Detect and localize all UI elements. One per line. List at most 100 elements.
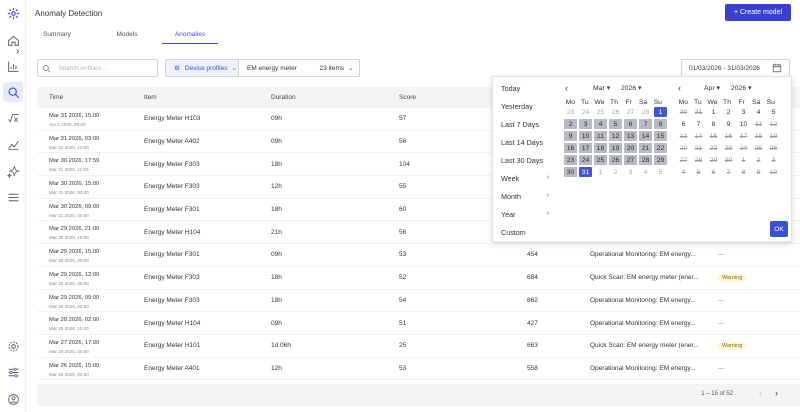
function-icon[interactable]	[5, 110, 21, 126]
calendar-day[interactable]: 16	[721, 130, 736, 142]
table-row[interactable]: Mar 29 2026, 09:00 Mar 30 2026, 03:00 Ener…	[37, 290, 800, 313]
sliders-icon[interactable]	[5, 364, 21, 380]
calendar-day[interactable]: 8	[736, 166, 751, 178]
calendar-day[interactable]: 10	[578, 130, 593, 142]
calendar-day[interactable]: 13	[676, 130, 691, 142]
settings-icon[interactable]	[5, 338, 21, 354]
calendar-day[interactable]: 30	[563, 166, 578, 178]
calendar-day[interactable]: 11	[593, 130, 608, 142]
calendar-day[interactable]: 23	[721, 142, 736, 154]
calendar-day[interactable]: 5	[653, 166, 668, 178]
calendar-day[interactable]: 24	[736, 142, 751, 154]
preset-item[interactable]: Year ›	[501, 210, 549, 219]
calendar-day[interactable]: 27	[676, 154, 691, 166]
row-item[interactable]: Energy Meter A401	[144, 358, 200, 380]
calendar-day[interactable]: 12	[766, 118, 781, 130]
year-select[interactable]: 2026 ▾	[731, 84, 751, 92]
calendar-day[interactable]: 7	[691, 118, 706, 130]
calendar-day[interactable]: 29	[653, 154, 668, 166]
tab-models[interactable]: Models	[92, 26, 162, 44]
calendar-day[interactable]: 1	[593, 166, 608, 178]
calendar-day[interactable]: 4	[751, 106, 766, 118]
calendar-day[interactable]: 22	[653, 142, 668, 154]
calendar-day[interactable]: 16	[563, 142, 578, 154]
col-duration[interactable]: Duration	[271, 94, 296, 101]
row-source[interactable]: Operational Monitoring: EM energy...	[590, 244, 696, 266]
row-item[interactable]: Energy Meter F301	[144, 199, 200, 221]
calendar-day[interactable]: 5	[691, 166, 706, 178]
table-row[interactable]: Mar 26 2026, 15:00 Mar 26 2026, 03:00 Ener…	[37, 358, 800, 381]
row-item[interactable]: Energy Meter F303	[144, 153, 200, 175]
calendar-day[interactable]: 2	[721, 106, 736, 118]
device-profiles-dropdown[interactable]: ⚙ Device profiles ⌄	[166, 60, 239, 76]
calendar-day[interactable]: 3	[623, 166, 638, 178]
calendar-day[interactable]: 22	[706, 142, 721, 154]
calendar-day[interactable]: 7	[721, 166, 736, 178]
calendar-day[interactable]: 31	[578, 166, 593, 178]
calendar-day[interactable]: 15	[653, 130, 668, 142]
row-item[interactable]: Energy Meter F303	[144, 176, 200, 198]
calendar-day[interactable]: 20	[676, 142, 691, 154]
calendar-day[interactable]: 28	[638, 154, 653, 166]
calendar-day[interactable]: 10	[766, 166, 781, 178]
calendar-day[interactable]: 23	[563, 106, 578, 118]
calendar-day[interactable]: 27	[623, 154, 638, 166]
calendar-day[interactable]: 31	[691, 106, 706, 118]
row-source[interactable]: Quick Scan: EM energy meter (ener...	[590, 335, 699, 357]
calendar-day[interactable]: 23	[563, 154, 578, 166]
calendar-day[interactable]: 8	[653, 118, 668, 130]
preset-item[interactable]: Last 7 Days	[501, 120, 549, 129]
preset-item[interactable]: Yesterday	[501, 102, 549, 111]
next-page-icon[interactable]: ›	[775, 388, 778, 398]
profile-value[interactable]: EM energy meter	[239, 65, 320, 72]
calendar-day[interactable]: 8	[706, 118, 721, 130]
calendar-day[interactable]: 20	[623, 142, 638, 154]
calendar-day[interactable]: 19	[608, 142, 623, 154]
calendar-day[interactable]: 24	[578, 154, 593, 166]
calendar-day[interactable]: 5	[608, 118, 623, 130]
chevron-down-icon[interactable]: ⌄	[348, 64, 359, 72]
search-icon[interactable]	[3, 82, 23, 102]
calendar-day[interactable]: 19	[766, 130, 781, 142]
ok-button[interactable]: OK	[770, 221, 788, 237]
calendar-day[interactable]: 18	[751, 130, 766, 142]
calendar-day[interactable]: 2	[751, 154, 766, 166]
calendar-day[interactable]: 3	[766, 154, 781, 166]
row-source[interactable]: Operational Monitoring: EM energy...	[590, 312, 696, 334]
calendar-day[interactable]: 9	[751, 166, 766, 178]
table-row[interactable]: Mar 27 2026, 17:00 Mar 29 2026, 00:00 Ener…	[37, 335, 800, 358]
calendar-day[interactable]: 17	[578, 142, 593, 154]
calendar-day[interactable]: 21	[691, 142, 706, 154]
calendar-day[interactable]: 14	[691, 130, 706, 142]
row-source[interactable]: Operational Monitoring: EM energy...	[590, 290, 696, 312]
year-select[interactable]: 2026 ▾	[621, 84, 641, 92]
row-item[interactable]: Energy Meter H101	[144, 335, 200, 357]
calendar-day[interactable]: 5	[766, 106, 781, 118]
search-input[interactable]: Search entities ...	[37, 59, 158, 77]
calendar-day[interactable]: 30	[676, 106, 691, 118]
row-item[interactable]: Energy Meter H104	[144, 312, 200, 334]
table-row[interactable]: Mar 29 2026, 12:00 Mar 30 2026, 06:00 Ener…	[37, 267, 800, 290]
calendar-day[interactable]: 3	[578, 118, 593, 130]
calendar-day[interactable]: 26	[766, 142, 781, 154]
calendar-day[interactable]: 27	[623, 106, 638, 118]
calendar-day[interactable]: 25	[593, 154, 608, 166]
row-item[interactable]: Energy Meter H104	[144, 221, 200, 243]
calendar-day[interactable]: 30	[721, 154, 736, 166]
calendar-day[interactable]: 25	[751, 142, 766, 154]
row-item[interactable]: Energy Meter F301	[144, 244, 200, 266]
table-row[interactable]: Mar 29 2026, 15:00 Mar 30 2026, 00:00 Ener…	[37, 244, 800, 267]
calendar-day[interactable]: 4	[638, 166, 653, 178]
chart-icon[interactable]	[5, 58, 21, 74]
row-item[interactable]: Energy Meter H103	[144, 108, 200, 130]
calendar-day[interactable]: 21	[638, 142, 653, 154]
calendar-day[interactable]: 17	[736, 130, 751, 142]
list-icon[interactable]	[5, 189, 21, 205]
calendar-icon[interactable]	[772, 63, 782, 73]
calendar-day[interactable]: 15	[706, 130, 721, 142]
calendar-day[interactable]: 1	[706, 106, 721, 118]
calendar-day[interactable]: 13	[623, 130, 638, 142]
calendar-day[interactable]: 10	[736, 118, 751, 130]
row-item[interactable]: Energy Meter F303	[144, 290, 200, 312]
date-range-input[interactable]: 01/03/2026 - 31/03/2026	[681, 59, 790, 77]
